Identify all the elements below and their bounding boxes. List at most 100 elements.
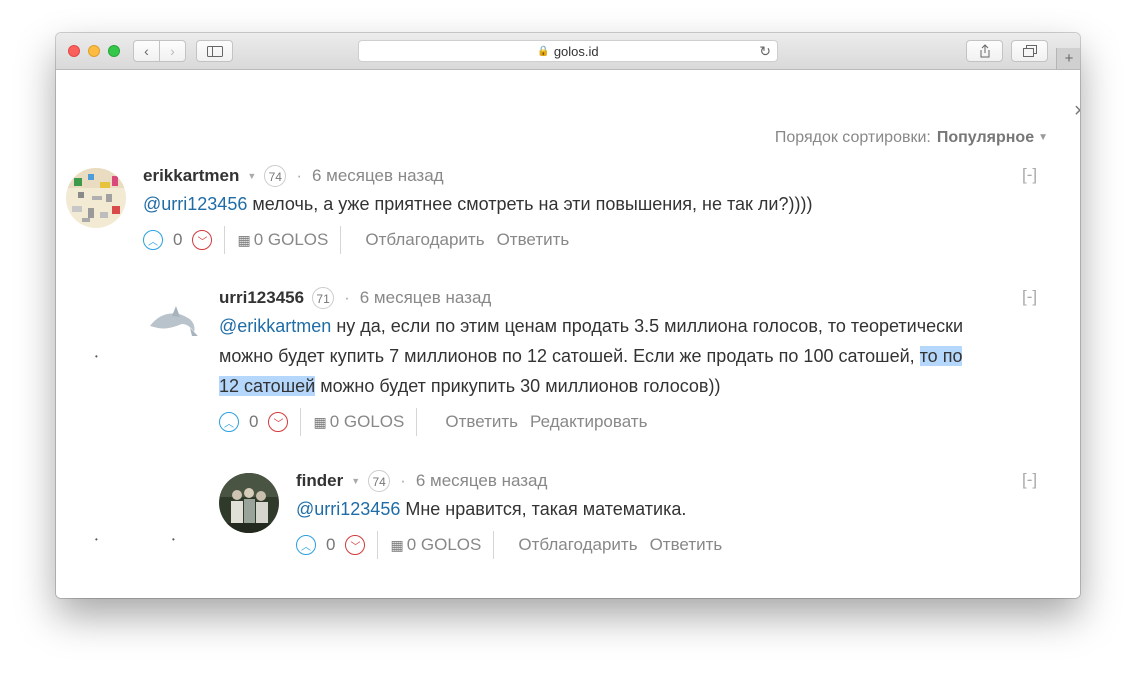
lock-icon: 🔒 [537,45,550,57]
chevron-down-icon: ▼ [1038,132,1048,143]
comment: erikkartmen ▼ 74 · 6 месяцев назад [-] @… [66,165,1056,265]
comment-body: @erikkartmen ну да, если по этим ценам п… [219,311,1059,401]
comment-actions: ︿ 0 ﹀ ▦ 0 GOLOS Ответить Редактировать [219,408,647,436]
comment-text: ну да, если по этим ценам продать 3.5 ми… [331,316,964,336]
minimize-window-button[interactable] [88,45,100,57]
group-photo-avatar-image [219,473,279,533]
dolphin-avatar-image [142,290,202,350]
timestamp[interactable]: 6 месяцев назад [360,288,492,308]
collapse-button[interactable]: [-] [1022,470,1037,490]
author-name[interactable]: erikkartmen [143,166,239,186]
comment-actions: ︿ 0 ﹀ ▦ 0 GOLOS Отблагодарить Ответить [143,226,569,254]
timestamp[interactable]: 6 месяцев назад [416,471,548,491]
upvote-icon[interactable]: ︿ [296,535,316,555]
divider [224,226,226,254]
downvote-icon[interactable]: ﹀ [268,412,289,432]
mention-link[interactable]: @erikkartmen [219,316,331,336]
selected-text: то по [919,346,963,366]
payout-value[interactable]: 0 GOLOS [407,535,482,555]
divider [340,226,342,254]
sort-control[interactable]: Порядок сортировки: Популярное ▼ [775,129,1048,147]
payout-value[interactable]: 0 GOLOS [254,230,329,250]
reload-icon[interactable]: ↻ [759,43,771,60]
comment-line: можно будет купить 7 миллионов по 12 сат… [219,341,1059,371]
downvote-icon[interactable]: ﹀ [192,230,213,250]
coins-icon: ▦ [390,536,404,553]
reputation-badge: 74 [368,470,391,492]
address-text: golos.id [553,43,599,59]
sort-label: Порядок сортировки: [774,129,931,146]
decorative-dot: • [172,535,175,544]
qr-avatar-image [66,168,126,228]
donate-link[interactable]: Отблагодарить [365,230,484,250]
reply-link[interactable]: Ответить [497,230,570,250]
comment-text: мелочь, а уже приятнее смотреть на эти п… [247,194,813,214]
selected-text: 12 сатошей [219,376,316,396]
decorative-dot: • [95,535,98,544]
share-icon [980,44,989,58]
sort-value[interactable]: Популярное [937,129,1034,146]
forward-button[interactable]: › [159,41,185,61]
back-button[interactable]: ‹ [134,41,159,61]
title-bar: ‹ › 🔒 golos.id ↻ + [56,33,1080,70]
upvote-icon[interactable]: ︿ [219,412,239,432]
comment-text: Мне нравится, такая математика. [400,499,687,519]
avatar[interactable] [66,168,126,228]
comment: finder ▼ 74 · 6 месяцев назад [-] @urri1… [219,470,1056,570]
tabs-overview-button[interactable] [1011,40,1048,62]
comment-header: urri123456 71 · 6 месяцев назад [219,287,491,309]
comment-header: erikkartmen ▼ 74 · 6 месяцев назад [143,165,444,187]
author-name[interactable]: finder [296,471,343,491]
reply-link[interactable]: Ответить [650,535,723,555]
separator-dot: · [344,288,350,307]
reply-link[interactable]: Ответить [445,412,518,432]
nav-buttons: ‹ › [133,40,186,62]
comment: urri123456 71 · 6 месяцев назад [-] @eri… [142,287,1056,447]
divider [493,531,495,559]
avatar[interactable] [219,473,279,533]
page-content: × Порядок сортировки: Популярное ▼ erikk… [56,70,1080,598]
mention-link[interactable]: @urri123456 [143,194,247,214]
timestamp[interactable]: 6 месяцев назад [312,166,444,186]
decorative-dot: • [95,352,98,361]
comment-text: можно будет прикупить 30 миллионов голос… [315,376,721,396]
share-button[interactable] [966,40,1003,62]
divider [377,531,379,559]
new-tab-button[interactable]: + [1056,48,1080,69]
separator-dot: · [400,471,406,490]
comment-text: можно будет купить 7 миллионов по 12 сат… [219,346,920,366]
upvote-icon[interactable]: ︿ [143,230,163,250]
comment-header: finder ▼ 74 · 6 месяцев назад [296,470,547,492]
divider [416,408,418,436]
divider [300,408,302,436]
sidebar-toggle-button[interactable] [196,40,233,62]
tabs-icon [1022,45,1037,57]
close-window-button[interactable] [68,45,80,57]
edit-link[interactable]: Редактировать [530,412,647,432]
collapse-button[interactable]: [-] [1022,165,1037,185]
separator-dot: · [296,166,302,185]
mention-link[interactable]: @urri123456 [296,499,400,519]
payout-value[interactable]: 0 GOLOS [330,412,405,432]
close-icon[interactable]: × [1074,100,1080,123]
address-bar[interactable]: 🔒 golos.id ↻ [358,40,778,62]
avatar[interactable] [142,290,202,350]
zoom-window-button[interactable] [108,45,120,57]
comment-actions: ︿ 0 ﹀ ▦ 0 GOLOS Отблагодарить Ответить [296,531,722,559]
collapse-button[interactable]: [-] [1022,287,1037,307]
chevron-down-icon[interactable]: ▼ [351,476,360,486]
downvote-icon[interactable]: ﹀ [345,535,366,555]
author-name[interactable]: urri123456 [219,288,304,308]
vote-count[interactable]: 0 [249,412,258,432]
comment-line: @erikkartmen ну да, если по этим ценам п… [219,311,1059,341]
comment-line: 12 сатошей можно будет прикупить 30 милл… [219,371,1059,401]
reputation-badge: 71 [312,287,335,309]
donate-link[interactable]: Отблагодарить [518,535,637,555]
chevron-down-icon[interactable]: ▼ [247,171,256,181]
vote-count[interactable]: 0 [326,535,335,555]
reputation-badge: 74 [264,165,287,187]
coins-icon: ▦ [237,231,251,248]
vote-count[interactable]: 0 [173,230,182,250]
comment-body: @urri123456 Мне нравится, такая математи… [296,494,1036,524]
browser-window: ‹ › 🔒 golos.id ↻ + × Порядок сортировки:… [56,33,1080,598]
